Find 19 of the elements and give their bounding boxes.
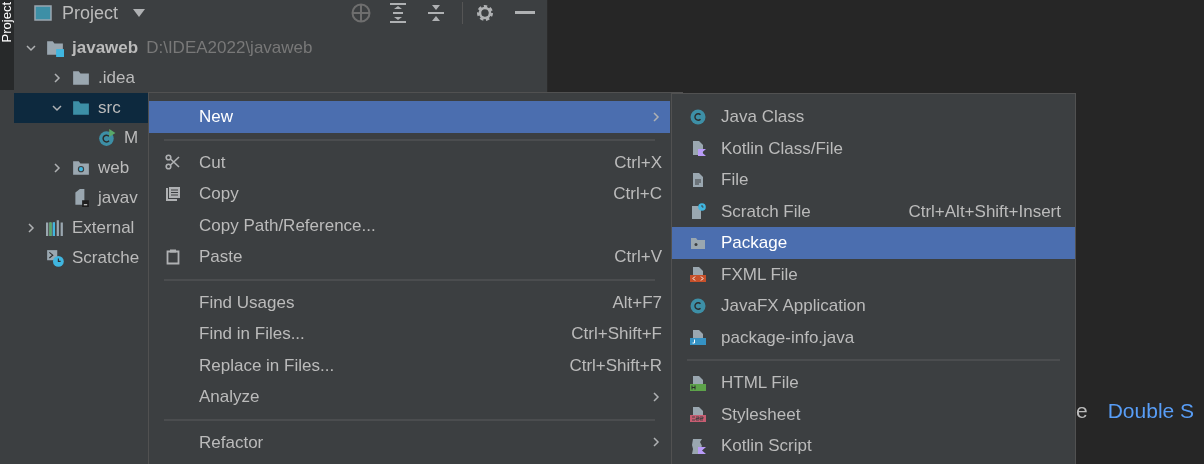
- shortcut-label: Alt+F7: [612, 291, 662, 314]
- panel-title: Project: [62, 1, 119, 25]
- shortcut-label: Ctrl+X: [614, 151, 662, 174]
- tree-label: M: [124, 127, 139, 150]
- shortcut-hint: Double S: [1107, 397, 1195, 424]
- tree-label: src: [98, 97, 121, 120]
- shortcut-label: Ctrl+Shift+R: [569, 354, 662, 377]
- tree-label: Scratche: [72, 247, 140, 270]
- tree-label: web: [98, 157, 130, 180]
- tree-label: External: [72, 217, 135, 240]
- hint-text: e: [1076, 397, 1088, 424]
- shortcut-label: Ctrl+Alt+Shift+Insert: [908, 200, 1061, 223]
- tree-label: javaweb: [72, 37, 139, 60]
- shortcut-label: Ctrl+Shift+F: [571, 323, 662, 345]
- tree-label: javav: [98, 187, 138, 210]
- shortcut-label: Ctrl+C: [613, 183, 662, 205]
- shortcut-label: Ctrl+V: [614, 246, 662, 268]
- project-path: D:\IDEA2022\javaweb: [146, 37, 313, 60]
- tree-label: .idea: [98, 67, 135, 90]
